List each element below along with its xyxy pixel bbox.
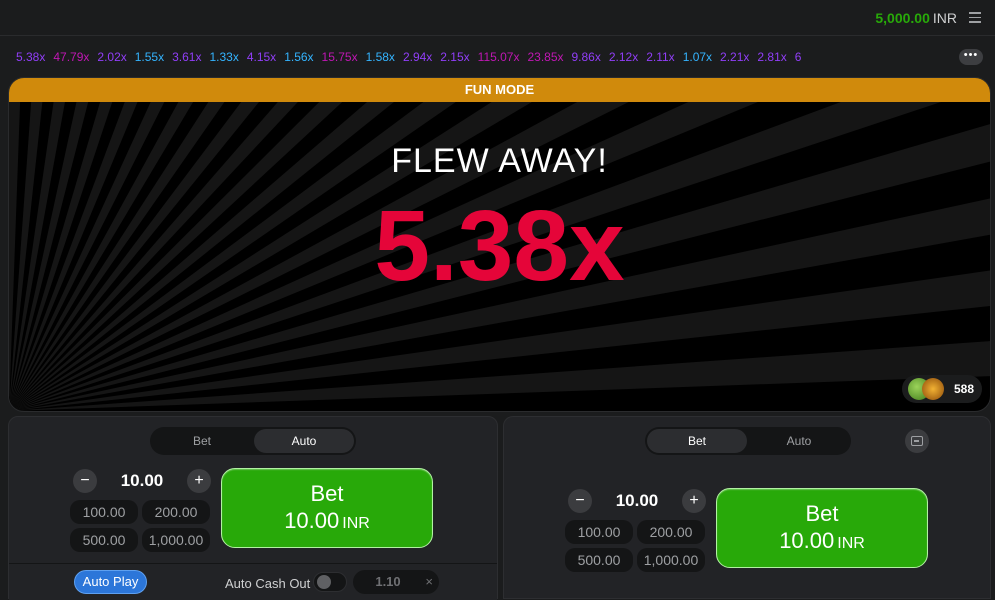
game-stage: FUN MODE FLEW AWAY! 5.38x 588: [8, 77, 991, 412]
history-multiplier[interactable]: 2.11x: [646, 44, 674, 70]
hamburger-menu-icon[interactable]: [969, 12, 981, 23]
bet-mode-tabs: Bet Auto: [645, 427, 851, 455]
bet-panel-left: Bet Auto − 10.00 + 100.00 200.00 500.00 …: [8, 416, 498, 600]
history-multiplier[interactable]: 115.07x: [478, 44, 520, 70]
bet-amount-stepper: − 10.00 +: [73, 467, 211, 495]
history-multiplier[interactable]: 2.12x: [609, 44, 638, 70]
remove-panel-icon[interactable]: [905, 429, 929, 453]
history-multiplier[interactable]: 1.55x: [135, 44, 164, 70]
bet-amount-stepper: − 10.00 +: [568, 487, 706, 515]
auto-cash-out-toggle[interactable]: [313, 572, 347, 592]
history-multiplier[interactable]: 2.02x: [97, 44, 126, 70]
history-multiplier[interactable]: 2.15x: [440, 44, 469, 70]
history-multiplier[interactable]: 4.15x: [247, 44, 276, 70]
balance-currency: INR: [932, 10, 957, 26]
bet-amount-input[interactable]: 10.00: [596, 489, 678, 513]
quick-amount-button[interactable]: 100.00: [565, 520, 633, 544]
balance-display: 5,000.00 INR: [875, 10, 957, 26]
tab-auto[interactable]: Auto: [749, 429, 849, 453]
history-multiplier[interactable]: 5.38x: [16, 44, 45, 70]
history-multiplier[interactable]: 2.21x: [720, 44, 749, 70]
place-bet-button[interactable]: Bet 10.00 INR: [221, 468, 433, 548]
history-multiplier[interactable]: 1.58x: [366, 44, 395, 70]
quick-amount-button[interactable]: 200.00: [637, 520, 705, 544]
auto-settings-row: Auto Play Auto Cash Out 1.10 ×: [9, 563, 497, 600]
history-multiplier[interactable]: 6: [795, 44, 802, 70]
auto-cash-out-value: 1.10: [375, 574, 401, 589]
fun-mode-banner: FUN MODE: [9, 78, 990, 102]
bet-button-label: Bet: [310, 481, 344, 506]
history-multiplier[interactable]: 15.75x: [322, 44, 358, 70]
avatar: [922, 378, 944, 400]
clear-icon[interactable]: ×: [425, 570, 433, 594]
top-bar: 5,000.00 INR: [0, 0, 995, 36]
history-list: 5.38x 47.79x 2.02x 1.55x 3.61x 1.33x 4.15x 1.56…: [12, 44, 952, 70]
history-multiplier[interactable]: 1.07x: [683, 44, 712, 70]
tab-auto[interactable]: Auto: [254, 429, 354, 453]
bet-button-currency: INR: [342, 515, 370, 532]
players-online[interactable]: 588: [902, 375, 982, 403]
quick-amount-button[interactable]: 1,000.00: [142, 528, 210, 552]
bet-button-amount: 10.00: [284, 508, 340, 533]
place-bet-button[interactable]: Bet 10.00 INR: [716, 488, 928, 568]
auto-cash-out-label: Auto Cash Out: [225, 576, 311, 591]
auto-play-button[interactable]: Auto Play: [74, 570, 147, 594]
history-multiplier[interactable]: 3.61x: [172, 44, 201, 70]
balance-amount: 5,000.00: [875, 10, 930, 26]
quick-amount-button[interactable]: 200.00: [142, 500, 210, 524]
increase-amount-button[interactable]: +: [187, 469, 211, 493]
quick-amount-button[interactable]: 500.00: [565, 548, 633, 572]
tab-bet[interactable]: Bet: [152, 429, 252, 453]
quick-amount-button[interactable]: 500.00: [70, 528, 138, 552]
tab-bet[interactable]: Bet: [647, 429, 747, 453]
quick-amount-button[interactable]: 100.00: [70, 500, 138, 524]
history-multiplier[interactable]: 9.86x: [572, 44, 601, 70]
history-multiplier[interactable]: 1.33x: [209, 44, 238, 70]
crash-multiplier: 5.38x: [374, 190, 625, 302]
decrease-amount-button[interactable]: −: [73, 469, 97, 493]
history-multiplier[interactable]: 23.85x: [527, 44, 563, 70]
bet-button-amount: 10.00: [779, 528, 835, 553]
multiplier-history: 5.38x 47.79x 2.02x 1.55x 3.61x 1.33x 4.15x 1.56…: [0, 44, 995, 70]
bet-button-label: Bet: [805, 501, 839, 526]
auto-cash-out-input[interactable]: 1.10 ×: [353, 570, 439, 594]
history-multiplier[interactable]: 1.56x: [284, 44, 313, 70]
history-multiplier[interactable]: 2.94x: [403, 44, 432, 70]
players-count: 588: [953, 382, 974, 396]
bet-amount-input[interactable]: 10.00: [101, 469, 183, 493]
history-multiplier[interactable]: 47.79x: [53, 44, 89, 70]
increase-amount-button[interactable]: +: [682, 489, 706, 513]
bet-button-currency: INR: [837, 535, 865, 552]
history-more-button[interactable]: •••: [959, 49, 983, 65]
decrease-amount-button[interactable]: −: [568, 489, 592, 513]
bet-panel-right: Bet Auto − 10.00 + 100.00 200.00 500.00 …: [503, 416, 991, 599]
flew-away-text: FLEW AWAY!: [391, 142, 608, 180]
bet-mode-tabs: Bet Auto: [150, 427, 356, 455]
history-multiplier[interactable]: 2.81x: [757, 44, 786, 70]
quick-amount-button[interactable]: 1,000.00: [637, 548, 705, 572]
